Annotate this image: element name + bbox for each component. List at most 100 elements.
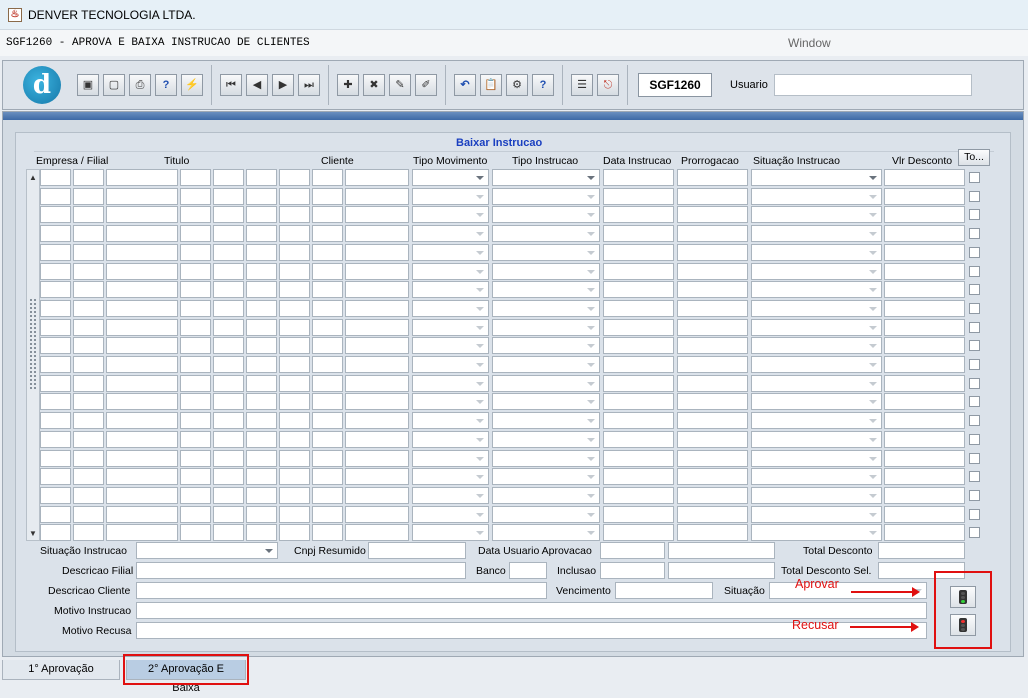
grid-cell[interactable] — [73, 375, 104, 392]
grid-cell[interactable] — [279, 468, 310, 485]
grid-cell[interactable] — [492, 169, 600, 186]
row-select-checkbox[interactable] — [969, 247, 980, 258]
grid-cell[interactable] — [603, 263, 674, 280]
exit-icon[interactable]: ⎋ — [597, 74, 619, 96]
grid-cell[interactable] — [246, 188, 277, 205]
grid-cell[interactable] — [312, 506, 343, 523]
grid-cell[interactable] — [677, 319, 748, 336]
grid-cell[interactable] — [312, 468, 343, 485]
grid-cell[interactable] — [751, 263, 882, 280]
grid-cell[interactable] — [246, 450, 277, 467]
grid-cell[interactable] — [312, 450, 343, 467]
grid-cell[interactable] — [213, 524, 244, 541]
grid-cell[interactable] — [246, 337, 277, 354]
grid-cell[interactable] — [312, 206, 343, 223]
grid-cell[interactable] — [213, 431, 244, 448]
grid-cell[interactable] — [246, 431, 277, 448]
grid-cell[interactable] — [751, 206, 882, 223]
records-scrollbar[interactable]: ▲ ▼ — [26, 169, 40, 541]
row-select-checkbox[interactable] — [969, 209, 980, 220]
grid-cell[interactable] — [884, 412, 965, 429]
grid-cell[interactable] — [312, 300, 343, 317]
grid-cell[interactable] — [213, 337, 244, 354]
grid-cell[interactable] — [345, 375, 409, 392]
grid-cell[interactable] — [40, 244, 71, 261]
grid-cell[interactable] — [40, 412, 71, 429]
grid-cell[interactable] — [345, 300, 409, 317]
grid-cell[interactable] — [492, 356, 600, 373]
grid-cell[interactable] — [412, 206, 489, 223]
grid-cell[interactable] — [40, 450, 71, 467]
row-select-checkbox[interactable] — [969, 527, 980, 538]
menu-icon[interactable]: ☰ — [571, 74, 593, 96]
grid-cell[interactable] — [751, 375, 882, 392]
grid-cell[interactable] — [492, 468, 600, 485]
grid-cell[interactable] — [345, 431, 409, 448]
grid-cell[interactable] — [345, 206, 409, 223]
grid-cell[interactable] — [180, 506, 211, 523]
grid-cell[interactable] — [213, 393, 244, 410]
grid-cell[interactable] — [603, 244, 674, 261]
execute-query-icon[interactable]: ⚡ — [181, 74, 203, 96]
grid-cell[interactable] — [213, 225, 244, 242]
save-icon[interactable]: ▣ — [77, 74, 99, 96]
grid-cell[interactable] — [603, 300, 674, 317]
aprovar-button[interactable] — [950, 586, 976, 608]
window-menu[interactable]: Window — [788, 36, 831, 50]
grid-cell[interactable] — [246, 206, 277, 223]
grid-cell[interactable] — [751, 337, 882, 354]
motivo-instrucao-field[interactable] — [136, 602, 927, 619]
grid-cell[interactable] — [751, 450, 882, 467]
banco-field[interactable] — [509, 562, 547, 579]
scroll-grip[interactable] — [29, 298, 37, 390]
grid-cell[interactable] — [603, 375, 674, 392]
grid-cell[interactable] — [180, 393, 211, 410]
scroll-up-icon[interactable]: ▲ — [27, 170, 39, 184]
inclusao-date-field[interactable] — [600, 562, 665, 579]
grid-cell[interactable] — [884, 319, 965, 336]
grid-cell[interactable] — [213, 169, 244, 186]
grid-cell[interactable] — [603, 169, 674, 186]
grid-cell[interactable] — [312, 281, 343, 298]
grid-cell[interactable] — [106, 450, 178, 467]
grid-cell[interactable] — [106, 524, 178, 541]
row-select-checkbox[interactable] — [969, 453, 980, 464]
descricao-cliente-field[interactable] — [136, 582, 547, 599]
grid-cell[interactable] — [603, 319, 674, 336]
grid-cell[interactable] — [412, 450, 489, 467]
grid-cell[interactable] — [345, 169, 409, 186]
grid-cell[interactable] — [312, 524, 343, 541]
grid-cell[interactable] — [73, 356, 104, 373]
grid-cell[interactable] — [180, 319, 211, 336]
grid-cell[interactable] — [246, 375, 277, 392]
grid-cell[interactable] — [677, 281, 748, 298]
grid-cell[interactable] — [180, 524, 211, 541]
grid-cell[interactable] — [884, 524, 965, 541]
grid-cell[interactable] — [751, 300, 882, 317]
grid-cell[interactable] — [603, 356, 674, 373]
grid-cell[interactable] — [884, 450, 965, 467]
grid-cell[interactable] — [884, 431, 965, 448]
grid-cell[interactable] — [345, 450, 409, 467]
grid-cell[interactable] — [106, 169, 178, 186]
grid-cell[interactable] — [73, 206, 104, 223]
grid-cell[interactable] — [279, 319, 310, 336]
grid-cell[interactable] — [345, 356, 409, 373]
grid-cell[interactable] — [73, 319, 104, 336]
recusar-button[interactable] — [950, 614, 976, 636]
grid-cell[interactable] — [677, 412, 748, 429]
insert-record-icon[interactable]: ✚ — [337, 74, 359, 96]
clear-icon[interactable]: ✐ — [415, 74, 437, 96]
grid-cell[interactable] — [345, 281, 409, 298]
grid-cell[interactable] — [180, 356, 211, 373]
grid-cell[interactable] — [751, 468, 882, 485]
edit-icon[interactable]: ✎ — [389, 74, 411, 96]
row-select-checkbox[interactable] — [969, 303, 980, 314]
grid-cell[interactable] — [345, 487, 409, 504]
grid-cell[interactable] — [180, 450, 211, 467]
inclusao-user-field[interactable] — [668, 562, 775, 579]
grid-cell[interactable] — [412, 375, 489, 392]
grid-cell[interactable] — [751, 506, 882, 523]
grid-cell[interactable] — [40, 337, 71, 354]
grid-cell[interactable] — [884, 506, 965, 523]
